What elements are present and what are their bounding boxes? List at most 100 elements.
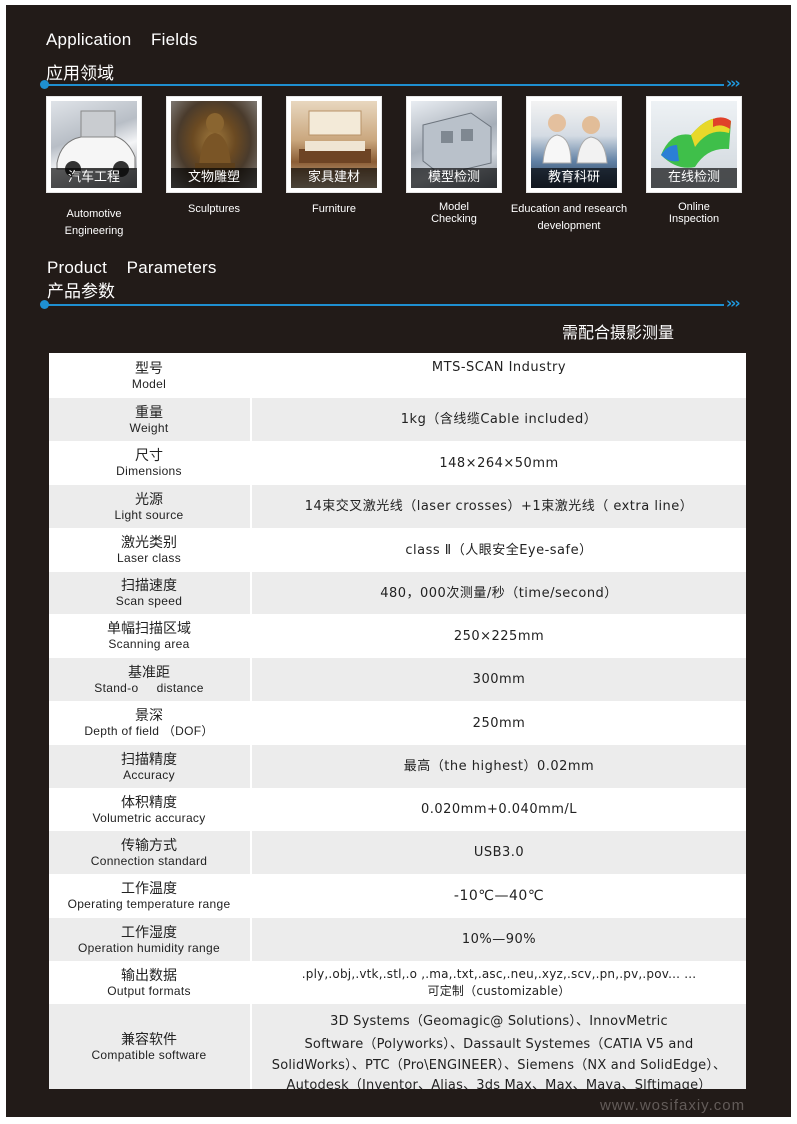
app-label-automotive: Automotive Engineering [40, 206, 148, 240]
section-arrows-icon: ››› [726, 74, 740, 92]
param-value-line: 最高（the highest）0.02mm [403, 759, 595, 774]
param-label-en: Scanning area [108, 637, 190, 651]
param-label: 重量 Weight [49, 398, 249, 441]
app-label-education: Education and research development [494, 201, 644, 235]
product-sheet: Application Fields 应用领域 ››› 汽车工程 文物雕塑 家具… [6, 5, 791, 1117]
param-label: 工作湿度 Operation humidity range [49, 918, 249, 961]
param-label: 工作温度 Operating temperature range [49, 874, 249, 918]
app-label-line: Inspection [668, 213, 720, 225]
param-value-line: -10℃—40℃ [453, 887, 545, 904]
param-value: class Ⅱ（人眼安全Eye-safe） [252, 528, 746, 572]
param-label-cn: 景深 [135, 708, 163, 724]
app-card-furniture: 家具建材 [286, 96, 382, 193]
param-value: 1kg（含线缆Cable included） [252, 398, 746, 441]
param-label-en: Stand-o distance [94, 680, 204, 695]
param-value: 14束交叉激光线（laser crosses）+1束激光线（ extra lin… [252, 485, 746, 528]
param-label-cn: 单幅扫描区域 [107, 621, 191, 637]
table-row: 扫描速度 Scan speed 480，000次测量/秒（time/second） [49, 572, 746, 614]
app-label-model-checking: Model Checking [400, 201, 508, 225]
param-label-cn: 光源 [135, 491, 163, 508]
app-label-line: development [537, 220, 601, 232]
param-label: 扫描速度 Scan speed [49, 572, 249, 614]
param-label: 基准距 Stand-o distance [49, 658, 249, 701]
param-label: 景深 Depth of field （DOF） [49, 701, 249, 745]
param-label-cn: 型号 [135, 360, 163, 377]
table-row: 重量 Weight 1kg（含线缆Cable included） [49, 398, 746, 441]
param-label-cn: 扫描速度 [121, 578, 177, 594]
param-label-cn: 激光类别 [121, 535, 177, 551]
param-label-en: Connection standard [90, 853, 208, 868]
param-value-line: SolidWorks）、PTC（Pro\ENGINEER）、Siemens（NX… [271, 1058, 727, 1073]
app-label-line: Online [678, 201, 710, 213]
param-label-cn: 工作温度 [121, 881, 177, 897]
app-label-line: Engineering [64, 225, 124, 237]
param-label-cn: 尺寸 [135, 448, 163, 464]
param-label-en: Weight [129, 420, 169, 435]
param-label-en: Laser class [117, 551, 181, 565]
param-label-en: Compatible software [91, 1047, 207, 1062]
param-label-en: Model [131, 376, 167, 391]
param-label-en: Dimensions [116, 464, 182, 478]
param-label: 光源 Light source [49, 485, 249, 528]
param-label-en: Operating temperature range [67, 897, 231, 911]
app-label-online-inspection: Online Inspection [640, 201, 748, 225]
param-value-line: Autodesk（Inventor、Alias、3ds Max、Max、Maya… [286, 1078, 712, 1089]
app-caption: 在线检测 [651, 168, 737, 188]
param-label-cn: 体积精度 [121, 794, 177, 811]
table-row: 基准距 Stand-o distance 300mm [49, 658, 746, 701]
photogrammetry-note: 需配合摄影测量 [562, 323, 675, 342]
table-row: 工作温度 Operating temperature range -10℃—40℃ [49, 874, 746, 918]
param-value-line: 300mm [472, 672, 526, 687]
param-label-cn: 重量 [135, 404, 163, 421]
app-card-sculptures: 文物雕塑 [166, 96, 262, 193]
param-value-line: 10%—90% [461, 932, 537, 947]
param-value-line: Software（Polyworks）、Dassault Systemes（CA… [304, 1037, 694, 1052]
param-value-line: 14束交叉激光线（laser crosses）+1束激光线（ extra lin… [304, 499, 694, 514]
param-label: 单幅扫描区域 Scanning area [49, 614, 249, 658]
param-value: 250×225mm [252, 614, 746, 658]
param-label: 激光类别 Laser class [49, 528, 249, 572]
app-label-line: Sculptures [188, 203, 240, 215]
param-label-cn: 传输方式 [121, 837, 177, 854]
param-label-en: Accuracy [123, 767, 175, 782]
table-row: 尺寸 Dimensions 148×264×50mm [49, 441, 746, 485]
app-caption: 家具建材 [291, 168, 377, 188]
watermark: www.wosifaxiy.com [600, 1097, 746, 1114]
param-value-line: 3D Systems（Geomagic@ Solutions）、InnovMet… [330, 1014, 668, 1029]
app-label-line: Checking [431, 213, 477, 225]
table-row: 工作湿度 Operation humidity range 10%—90% [49, 918, 746, 961]
param-label: 体积精度 Volumetric accuracy [49, 788, 249, 831]
table-row: 兼容软件 Compatible software 3D Systems（Geoma… [49, 1004, 746, 1089]
param-value: 3D Systems（Geomagic@ Solutions）、InnovMet… [252, 1004, 746, 1089]
param-value: .ply,.obj,.vtk,.stl,.o ,.ma,.txt,.asc,.n… [252, 961, 746, 1004]
param-label: 扫描精度 Accuracy [49, 745, 249, 788]
param-value: 0.020mm+0.040mm/L [252, 788, 746, 831]
param-value-line: 250×225mm [453, 628, 545, 644]
param-value-line: MTS-SCAN Industry [431, 360, 567, 375]
param-value-line: 可定制（customizable） [427, 983, 571, 998]
product-parameters-title-cn: 产品参数 [47, 282, 115, 302]
app-caption: 文物雕塑 [171, 168, 257, 188]
product-parameters-title-en: Product Parameters [47, 258, 217, 277]
param-value-line: class Ⅱ（人眼安全Eye-safe） [405, 542, 593, 558]
param-value: -10℃—40℃ [252, 874, 746, 918]
app-card-online-inspection: 在线检测 [646, 96, 742, 193]
app-label-line: Automotive [66, 208, 122, 220]
param-value: 最高（the highest）0.02mm [252, 745, 746, 788]
app-label-sculptures: Sculptures [160, 201, 268, 218]
app-card-education: 教育科研 [526, 96, 622, 193]
param-value: 148×264×50mm [252, 441, 746, 485]
param-label: 型号 Model [49, 353, 249, 398]
param-label-cn: 兼容软件 [121, 1031, 177, 1048]
param-value: 10%—90% [252, 918, 746, 961]
application-fields-title-en: Application Fields [46, 30, 198, 49]
table-row: 体积精度 Volumetric accuracy 0.020mm+0.040mm/… [49, 788, 746, 831]
param-value-line: 148×264×50mm [439, 455, 559, 471]
table-row: 输出数据 Output formats .ply,.obj,.vtk,.stl,.… [49, 961, 746, 1004]
section-divider-line [44, 84, 724, 86]
param-value: MTS-SCAN Industry [252, 353, 746, 398]
param-label-en: Operation humidity range [78, 940, 220, 955]
param-label-cn: 扫描精度 [121, 751, 177, 768]
table-row: 景深 Depth of field （DOF） 250mm [49, 701, 746, 745]
parameters-table: 型号 Model MTS-SCAN Industry 重量 Weight 1kg（含… [49, 353, 746, 1089]
